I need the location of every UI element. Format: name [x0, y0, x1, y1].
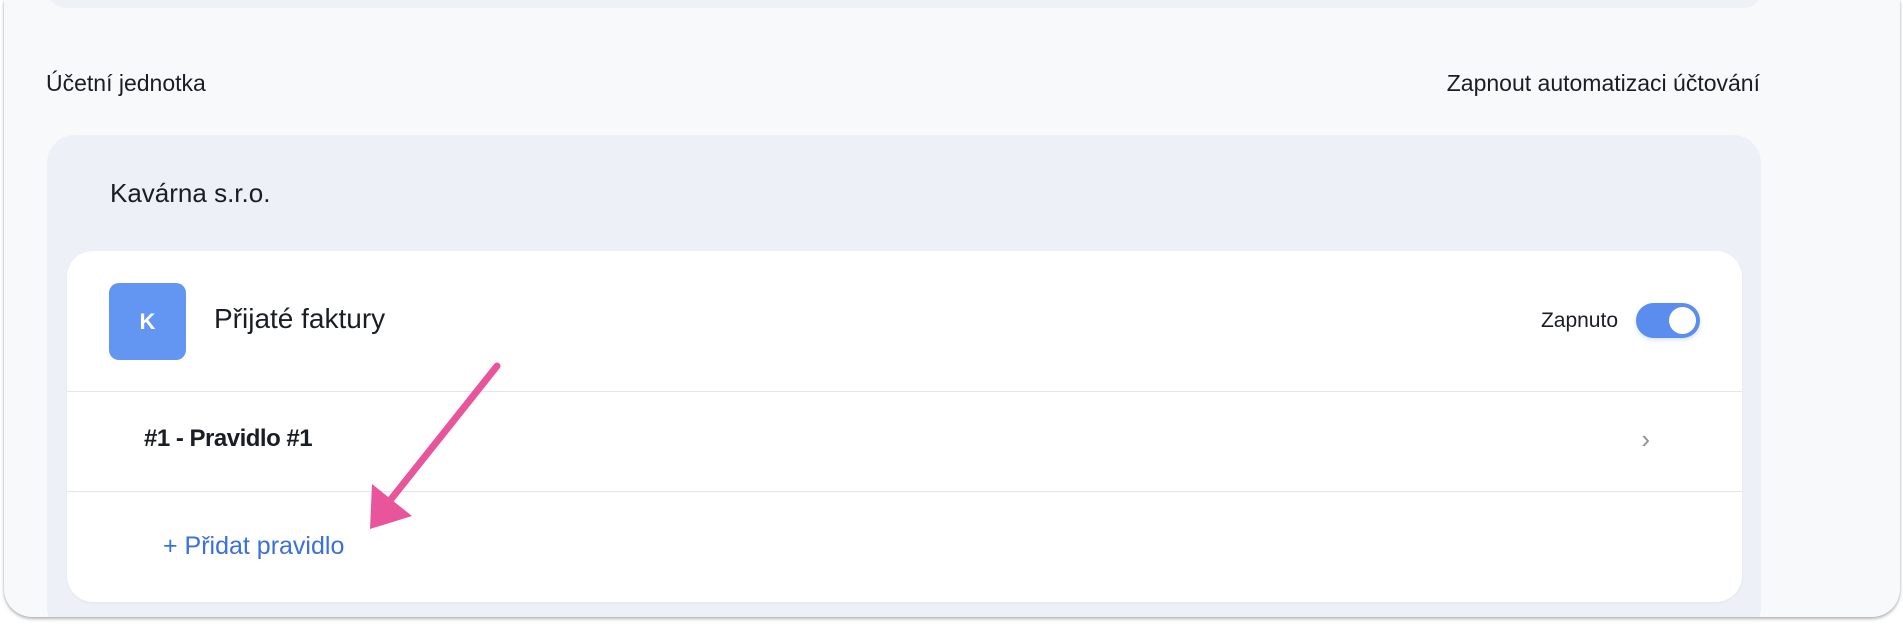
accounting-unit-panel: Kavárna s.r.o. K Přijaté faktury Zapnuto…: [47, 135, 1761, 617]
section-header: Účetní jednotka Zapnout automatizaci účt…: [46, 68, 1760, 98]
avatar: K: [109, 283, 186, 360]
rule-label: #1 - Pravidlo #1: [144, 425, 313, 452]
card-title: Přijaté faktury: [214, 303, 386, 334]
automation-toggle-column-label: Zapnout automatizaci účtování: [1446, 69, 1760, 96]
card-header: K Přijaté faktury Zapnuto: [67, 251, 1742, 392]
automation-toggle-group: Zapnuto: [1541, 303, 1700, 338]
automation-toggle[interactable]: [1636, 303, 1700, 338]
previous-section-edge: [48, 0, 1762, 8]
accounting-unit-label: Účetní jednotka: [46, 69, 206, 96]
document-type-card: K Přijaté faktury Zapnuto #1 - Pravidlo …: [67, 251, 1742, 602]
toggle-knob: [1669, 307, 1696, 334]
rule-row[interactable]: #1 - Pravidlo #1 ›: [67, 392, 1742, 492]
chevron-right-icon: ›: [1641, 424, 1650, 454]
unit-name: Kavárna s.r.o.: [110, 178, 271, 208]
add-rule-link[interactable]: + Přidat pravidlo: [163, 532, 344, 561]
page-frame: Účetní jednotka Zapnout automatizaci účt…: [4, 0, 1900, 617]
toggle-label: Zapnuto: [1540, 308, 1618, 332]
